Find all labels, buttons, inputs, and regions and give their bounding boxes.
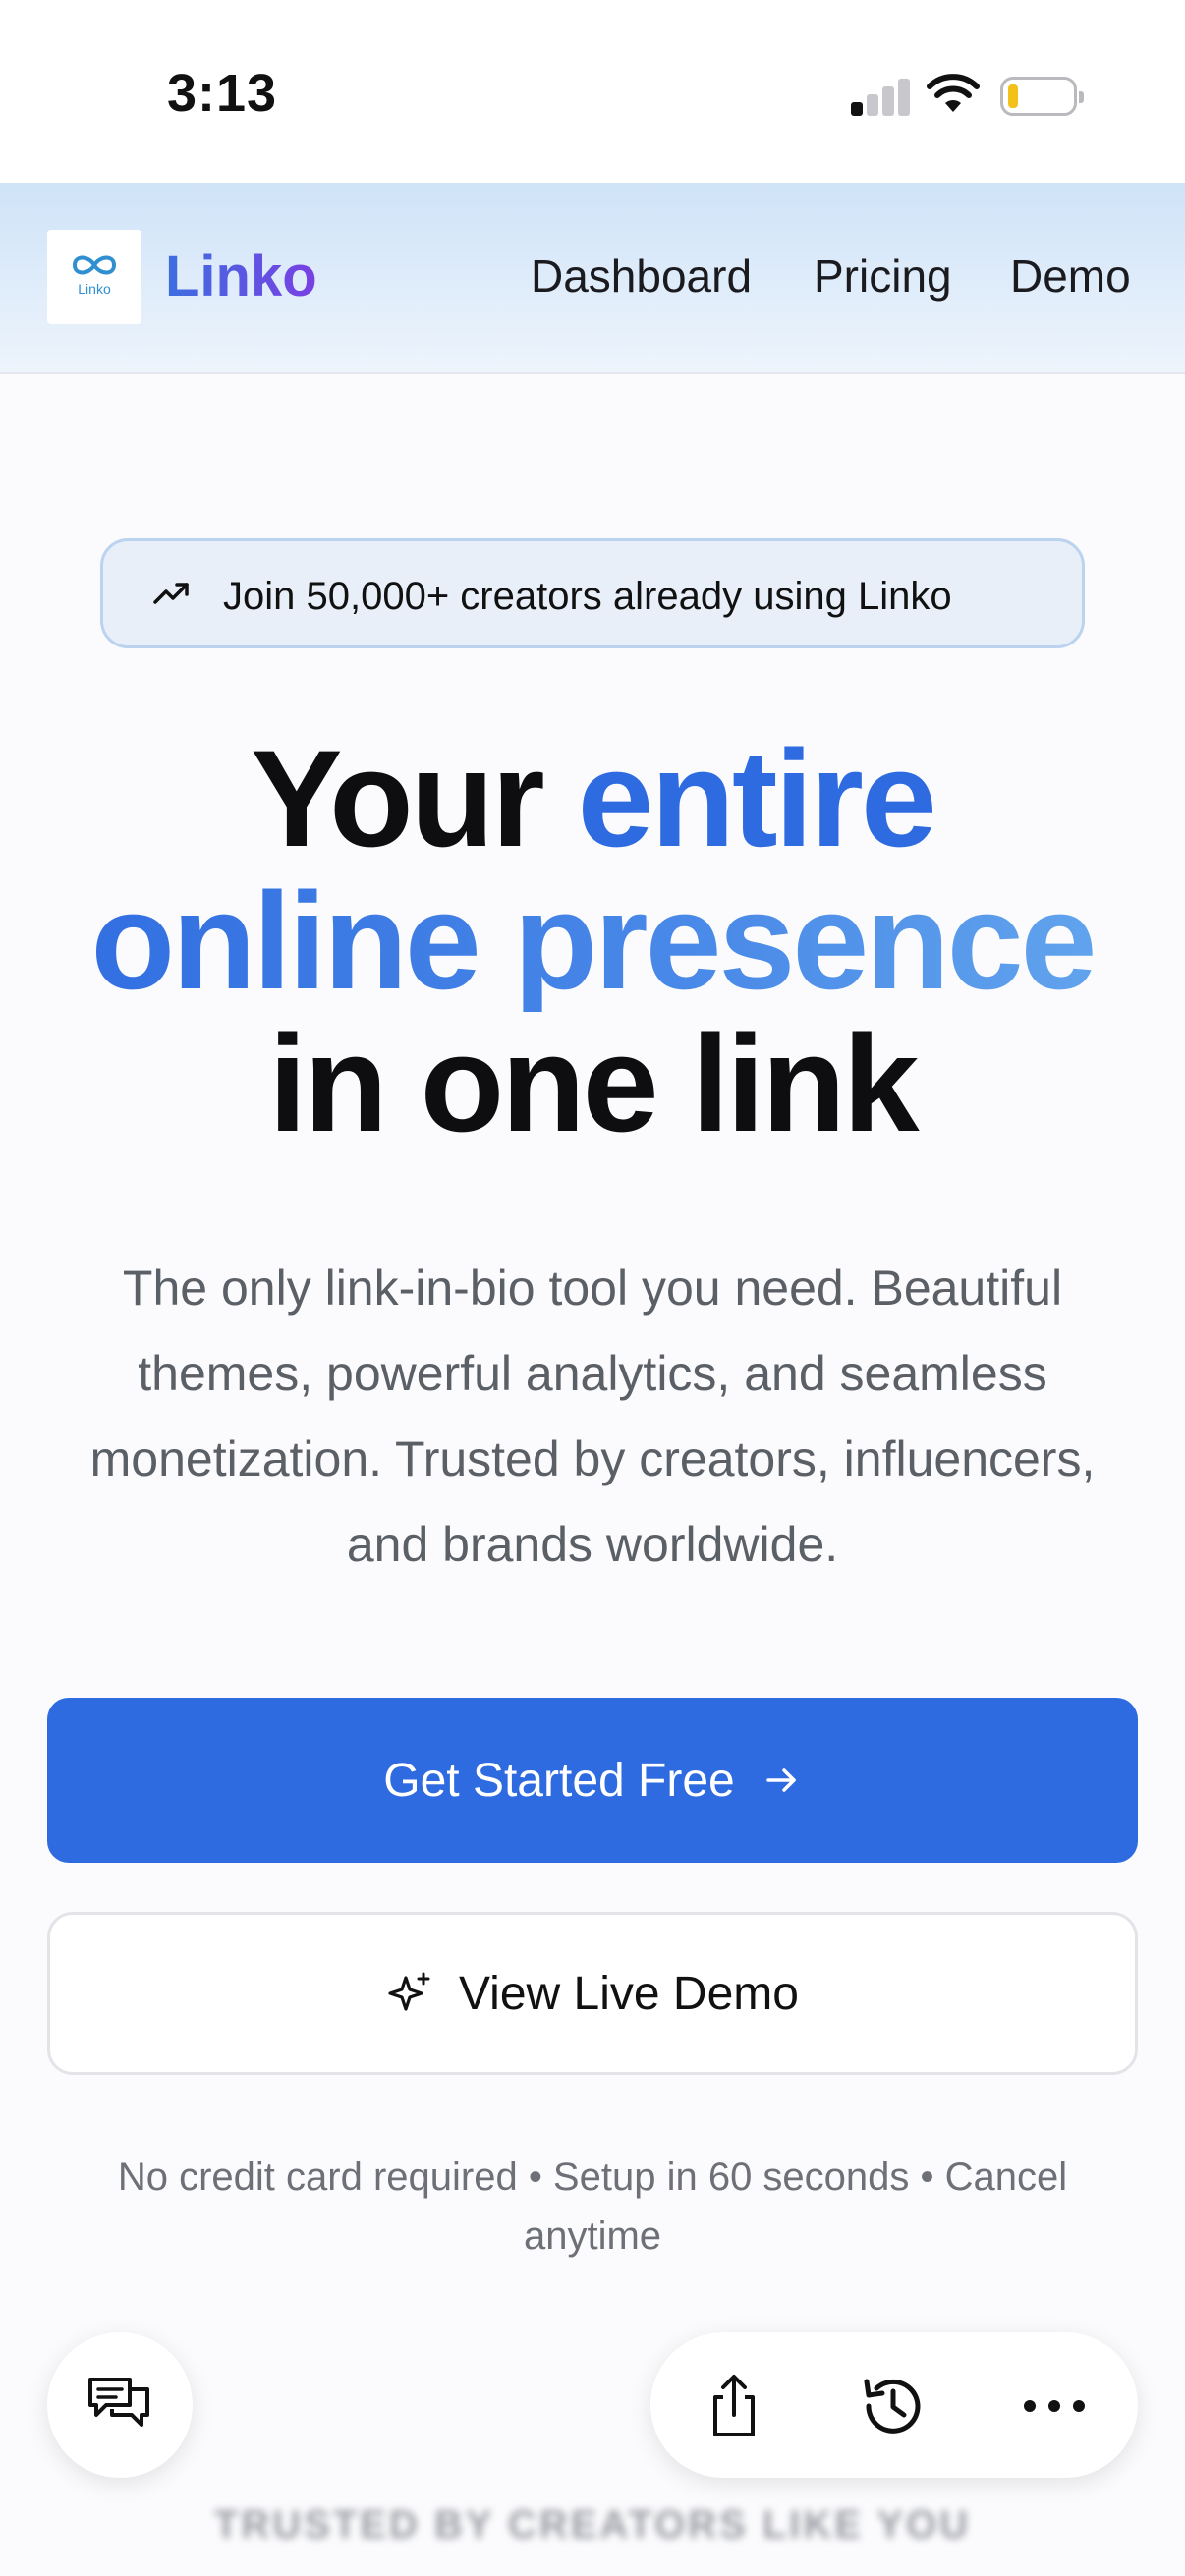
brand-name[interactable]: Linko bbox=[165, 244, 317, 309]
logo-text: Linko bbox=[78, 281, 111, 297]
history-icon[interactable] bbox=[859, 2372, 928, 2440]
more-icon[interactable] bbox=[1020, 2372, 1089, 2440]
headline-part-entire: entire bbox=[577, 721, 937, 875]
hero-subtitle: The only link-in-bio tool you need. Beau… bbox=[89, 1260, 1096, 1572]
nav-link-pricing[interactable]: Pricing bbox=[814, 250, 952, 303]
hero-headline: Your entire online presence in one link bbox=[0, 727, 1185, 1154]
nav-link-dashboard[interactable]: Dashboard bbox=[531, 250, 752, 303]
view-live-demo-label: View Live Demo bbox=[459, 1967, 799, 2020]
browser-toolbar bbox=[650, 2332, 1138, 2478]
wifi-icon bbox=[927, 74, 980, 112]
arrow-right-icon bbox=[762, 1761, 802, 1800]
status-time: 3:13 bbox=[167, 64, 278, 123]
get-started-button[interactable]: Get Started Free bbox=[47, 1698, 1138, 1863]
view-live-demo-button[interactable]: View Live Demo bbox=[47, 1912, 1138, 2075]
cellular-signal-icon bbox=[847, 77, 910, 116]
trending-up-icon bbox=[153, 583, 189, 604]
headline-part-your: Your bbox=[251, 721, 578, 875]
logo[interactable]: Linko bbox=[47, 230, 141, 324]
nav-link-demo[interactable]: Demo bbox=[1010, 250, 1131, 303]
announcement-badge: Join 50,000+ creators already using Link… bbox=[100, 538, 1085, 648]
top-navbar: Linko Linko Dashboard Pricing Demo bbox=[0, 183, 1185, 374]
share-icon[interactable] bbox=[700, 2372, 768, 2440]
status-bar: 3:13 bbox=[0, 0, 1185, 183]
headline-part-in-one-link: in one link bbox=[268, 1006, 919, 1160]
chat-bubbles-icon bbox=[88, 2378, 149, 2427]
sparkles-icon bbox=[386, 1970, 433, 2017]
get-started-label: Get Started Free bbox=[383, 1754, 735, 1807]
battery-low-icon bbox=[1000, 77, 1084, 116]
headline-part-online-presence: online presence bbox=[0, 869, 1185, 1012]
trusted-heading: TRUSTED BY CREATORS LIKE YOU bbox=[213, 2503, 971, 2547]
infinity-link-icon bbox=[72, 255, 117, 275]
signup-note: No credit card required • Setup in 60 se… bbox=[117, 2156, 1068, 2258]
badge-text: Join 50,000+ creators already using Link… bbox=[223, 575, 952, 618]
chat-button[interactable] bbox=[47, 2332, 193, 2478]
